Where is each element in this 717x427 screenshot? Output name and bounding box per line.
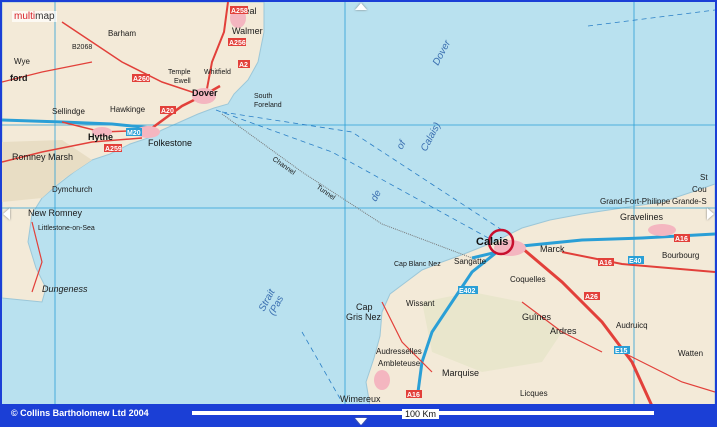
road-a260: A260 bbox=[133, 76, 150, 83]
label-marquise: Marquise bbox=[442, 368, 479, 378]
label-st: St bbox=[700, 173, 708, 182]
label-wimereux: Wimereux bbox=[340, 394, 381, 404]
label-temple: Temple bbox=[168, 69, 191, 76]
logo-suffix: map bbox=[35, 11, 55, 22]
label-folkestone: Folkestone bbox=[148, 138, 192, 148]
copyright-text: © Collins Bartholomew Ltd 2004 bbox=[11, 408, 149, 418]
label-ambleteuse: Ambleteuse bbox=[378, 359, 421, 368]
label-coquelles: Coquelles bbox=[510, 275, 546, 284]
road-a259: A259 bbox=[105, 146, 122, 153]
label-gravelines: Gravelines bbox=[620, 212, 664, 222]
road-e40: E40 bbox=[629, 258, 642, 265]
label-sellindge: Sellindge bbox=[52, 107, 85, 116]
label-calais: Calais bbox=[476, 236, 508, 248]
label-ford: ford bbox=[10, 73, 28, 83]
label-dymchurch: Dymchurch bbox=[52, 185, 92, 194]
label-ardres: Ardres bbox=[550, 326, 577, 336]
label-cap: Cap bbox=[356, 302, 373, 312]
map-canvas[interactable]: Dover Calais) of de Strait (Pas Channel … bbox=[2, 2, 715, 406]
label-walmer: Walmer bbox=[232, 26, 263, 36]
label-gris-nez: Gris Nez bbox=[346, 312, 382, 322]
road-e15: E15 bbox=[615, 348, 628, 355]
road-a20: A20 bbox=[161, 108, 174, 115]
road-a16c: A16 bbox=[407, 392, 420, 399]
pan-down-arrow-icon[interactable] bbox=[355, 418, 367, 425]
multimap-logo: multimap bbox=[12, 11, 57, 22]
road-a258: A258 bbox=[231, 8, 248, 15]
map-footer: © Collins Bartholomew Ltd 2004 100 Km bbox=[2, 404, 715, 425]
label-hawkinge: Hawkinge bbox=[110, 105, 146, 114]
label-wye: Wye bbox=[14, 57, 30, 66]
label-marck: Marck bbox=[540, 244, 565, 254]
label-watten: Watten bbox=[678, 349, 703, 358]
label-foreland: Foreland bbox=[254, 102, 282, 109]
road-a256: A256 bbox=[229, 40, 246, 47]
label-new-romney: New Romney bbox=[28, 208, 83, 218]
road-a26: A26 bbox=[585, 294, 598, 301]
pan-right-arrow-icon[interactable] bbox=[707, 208, 714, 220]
label-cou: Cou bbox=[692, 185, 707, 194]
road-a16b: A16 bbox=[675, 236, 688, 243]
label-romney-marsh: Romney Marsh bbox=[12, 152, 73, 162]
pan-left-arrow-icon[interactable] bbox=[3, 208, 10, 220]
road-a16: A16 bbox=[599, 260, 612, 267]
label-cap-blanc-nez: Cap Blanc Nez bbox=[394, 261, 441, 268]
label-dover: Dover bbox=[192, 88, 218, 98]
label-dungeness: Dungeness bbox=[42, 284, 88, 294]
label-sangatte: Sangatte bbox=[454, 257, 487, 266]
label-bourbourg: Bourbourg bbox=[662, 251, 699, 260]
label-audruicq: Audruicq bbox=[616, 321, 648, 330]
label-ewell: Ewell bbox=[174, 78, 191, 85]
label-grande-synthe: Grande-S bbox=[672, 197, 707, 206]
label-licques: Licques bbox=[520, 389, 548, 398]
label-littlestone: Littlestone-on-Sea bbox=[38, 225, 95, 232]
label-south: South bbox=[254, 93, 272, 100]
pan-up-arrow-icon[interactable] bbox=[355, 3, 367, 10]
label-gfp: Grand-Fort-Philippe bbox=[600, 197, 671, 206]
label-b2068: B2068 bbox=[72, 44, 92, 51]
label-guines: Guînes bbox=[522, 312, 552, 322]
label-hythe: Hythe bbox=[88, 132, 113, 142]
label-whitfield: Whitfield bbox=[204, 69, 231, 76]
road-a2: A2 bbox=[239, 62, 248, 69]
map-frame: Dover Calais) of de Strait (Pas Channel … bbox=[0, 0, 717, 427]
label-barham: Barham bbox=[108, 29, 136, 38]
logo-prefix: multi bbox=[14, 11, 36, 22]
label-audresselles: Audresselles bbox=[376, 347, 422, 356]
road-e402: E402 bbox=[459, 288, 475, 295]
scale-label: 100 Km bbox=[402, 409, 440, 419]
label-wissant: Wissant bbox=[406, 299, 435, 308]
road-m20: M20 bbox=[127, 130, 141, 137]
